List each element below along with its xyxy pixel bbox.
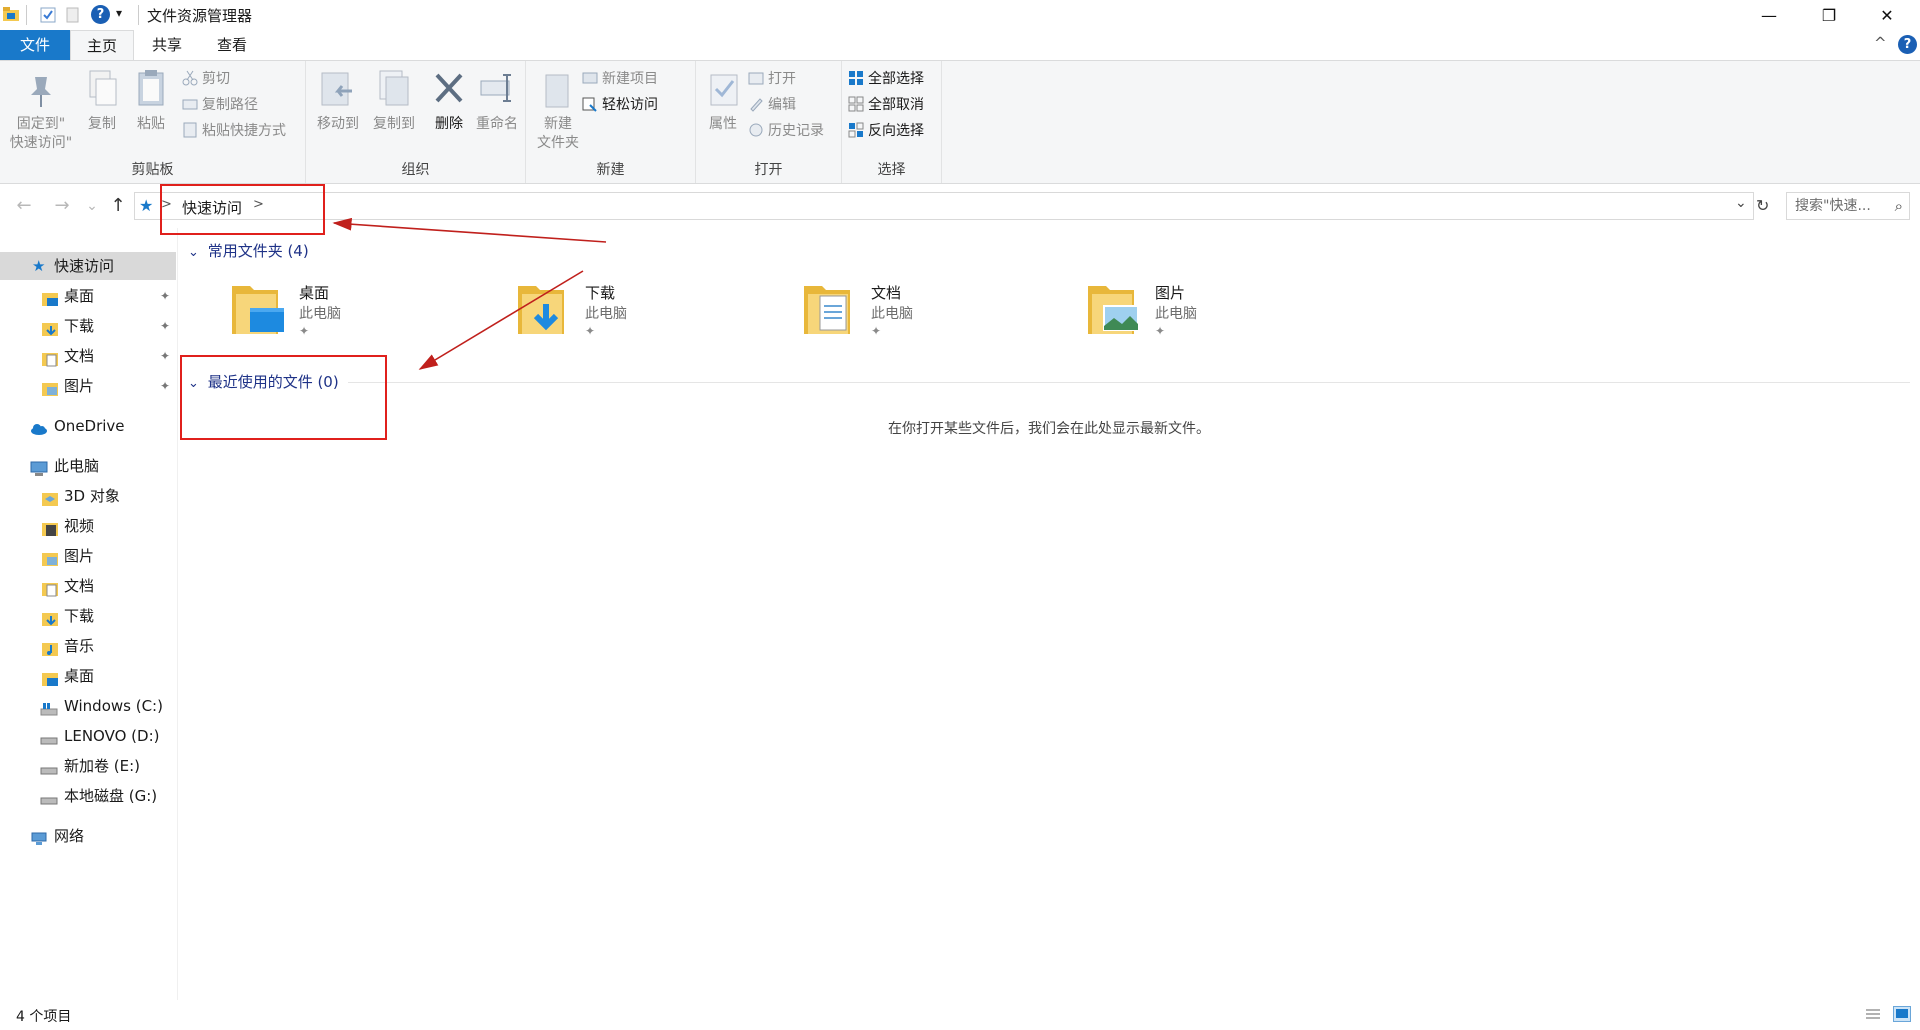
large-icons-view-icon[interactable] (1893, 1006, 1911, 1022)
annotation-arrows (332, 217, 607, 370)
item-count: 4 个项目 (16, 1009, 72, 1025)
details-view-icon[interactable] (1864, 1008, 1882, 1022)
status-bar: 4 个项目 (0, 1000, 1920, 1030)
